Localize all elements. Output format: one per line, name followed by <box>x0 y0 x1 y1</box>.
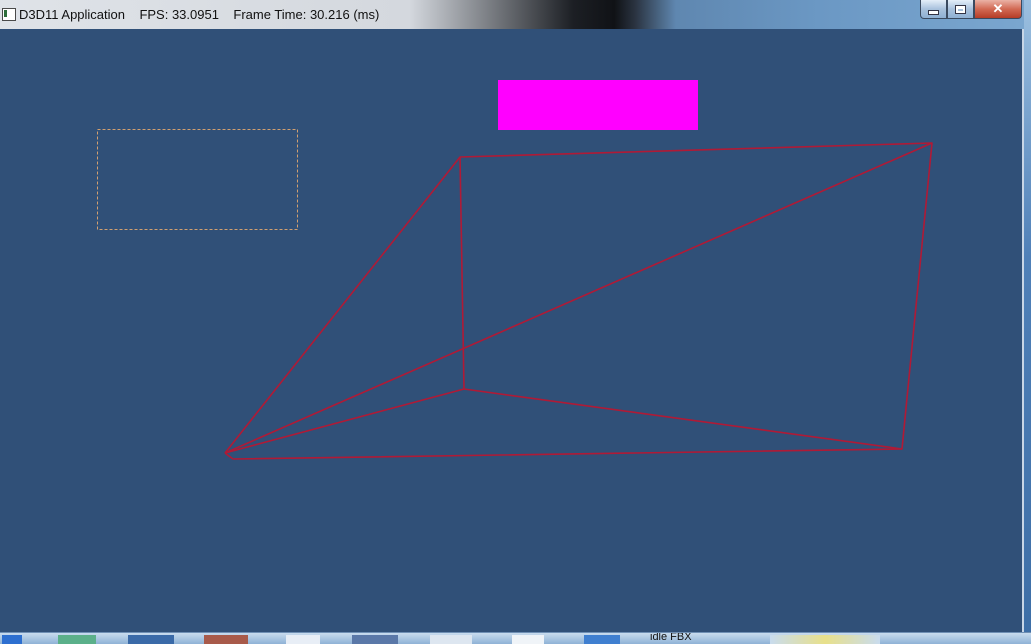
magenta-quad <box>498 80 698 130</box>
scene-canvas <box>97 80 933 460</box>
taskbar-item-label[interactable]: idle FBX <box>650 633 692 643</box>
close-button[interactable]: ✕ <box>974 0 1022 19</box>
wireframe-edge <box>224 452 234 460</box>
dashed-rectangle <box>97 129 298 230</box>
title-bar[interactable]: D3D11 Application FPS: 33.0951 Frame Tim… <box>0 0 1024 29</box>
render-viewport[interactable] <box>0 29 1022 632</box>
app-window: D3D11 Application FPS: 33.0951 Frame Tim… <box>0 0 1024 632</box>
start-button[interactable] <box>2 635 22 644</box>
wireframe-edge <box>459 156 465 390</box>
wireframe-edge <box>463 388 903 450</box>
taskbar-item[interactable] <box>770 635 880 644</box>
taskbar-item[interactable] <box>286 635 320 644</box>
window-title: D3D11 Application FPS: 33.0951 Frame Tim… <box>19 7 380 22</box>
minimize-icon <box>928 9 939 15</box>
wireframe-outline <box>224 142 933 460</box>
desktop-background <box>1024 0 1031 644</box>
app-window-icon[interactable] <box>2 8 16 21</box>
maximize-button[interactable] <box>947 0 974 19</box>
wireframe-mesh <box>224 142 933 460</box>
taskbar-item[interactable] <box>58 635 96 644</box>
taskbar-item[interactable] <box>204 635 248 644</box>
taskbar-item[interactable] <box>352 635 398 644</box>
close-icon: ✕ <box>992 1 1004 16</box>
taskbar-item[interactable] <box>584 635 620 644</box>
wireframe-edge <box>224 142 933 454</box>
minimize-button[interactable] <box>920 0 947 19</box>
taskbar-item[interactable] <box>512 635 544 644</box>
taskbar-item[interactable] <box>128 635 174 644</box>
taskbar-item[interactable] <box>430 635 472 644</box>
taskbar: idle FBX <box>0 632 1031 644</box>
wireframe-edge <box>224 388 465 454</box>
maximize-icon <box>956 5 965 13</box>
